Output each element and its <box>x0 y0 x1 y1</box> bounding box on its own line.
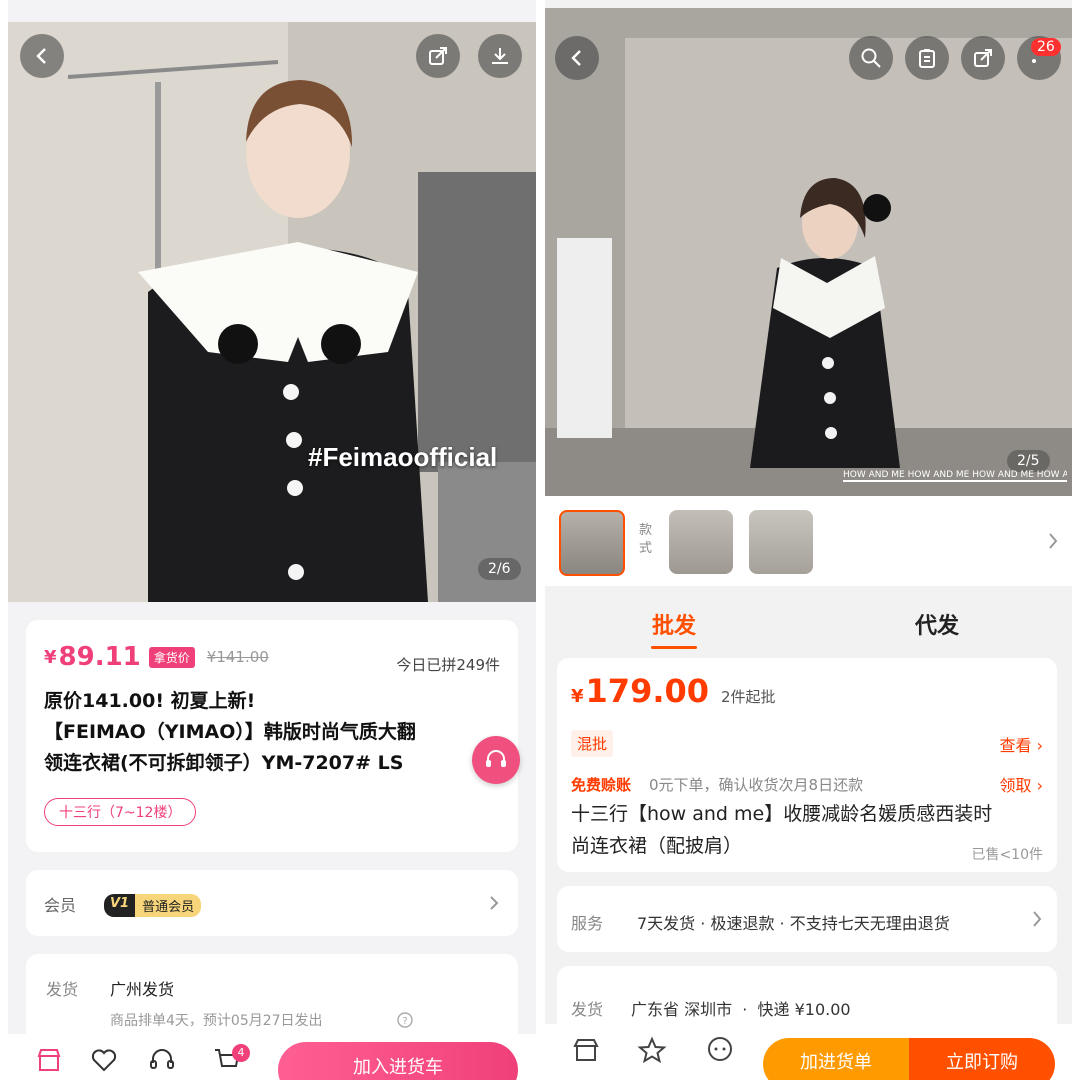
shipping-label: 发货 <box>46 980 79 999</box>
member-label: 会员 <box>44 896 77 915</box>
tab-dropship-label: 代发 <box>915 614 960 639</box>
service-label: 服务 <box>571 914 604 933</box>
credit-desc: 0元下单，确认收货次月8日还款 <box>649 776 864 794</box>
member-level-name: 普通会员 <box>135 894 202 917</box>
price-tag: 拿货价 <box>148 646 195 668</box>
price-currency: ¥ <box>44 646 57 668</box>
thumbnail[interactable] <box>749 510 813 574</box>
mix-view-link[interactable]: 查看 › <box>1000 732 1044 756</box>
price-currency: ¥ <box>571 686 584 707</box>
mode-tabs: 批发 代发 <box>545 596 1072 650</box>
chevron-right-icon: › <box>1031 736 1043 755</box>
right-app-screen: 26 2/5 HOW AND ME HOW AND ME HOW AND ME … <box>545 0 1072 1080</box>
product-info-card: ¥ 89.11 拿货价 ¥141.00 今日已拼249件 原价141.00! 初… <box>26 620 518 852</box>
shipping-value: 广州发货 <box>110 980 175 999</box>
download-button[interactable] <box>478 34 522 78</box>
chevron-right-icon <box>490 896 499 910</box>
shipping-label: 发货 <box>571 1000 604 1019</box>
member-row[interactable]: 会员 V1 普通会员 <box>26 870 518 936</box>
headset-icon[interactable] <box>148 1046 176 1074</box>
bottom-action-bar: 4 加入进货车 <box>8 1034 536 1080</box>
svg-text:?: ? <box>402 1016 407 1027</box>
download-icon <box>492 48 508 64</box>
customer-service-button[interactable] <box>472 736 520 784</box>
help-icon[interactable]: ? <box>396 1011 414 1029</box>
product-photo[interactable]: 26 2/5 HOW AND ME HOW AND ME HOW AND ME … <box>545 8 1072 496</box>
tab-wholesale-label: 批发 <box>651 614 696 639</box>
member-badge: V1 普通会员 <box>104 894 202 917</box>
share-icon <box>429 47 447 65</box>
store-icon[interactable] <box>571 1036 601 1064</box>
share-button[interactable] <box>416 34 460 78</box>
add-to-list-button[interactable]: 加进货单 <box>763 1038 909 1080</box>
add-to-cart-button[interactable]: 加入进货车 <box>278 1042 518 1080</box>
headset-icon <box>486 750 506 767</box>
thumbnail[interactable] <box>669 510 733 574</box>
shipping-value: 广东省 深圳市 · 快递 ¥10.00 <box>631 1000 851 1019</box>
credit-title: 免费赊账 <box>571 776 632 794</box>
service-row[interactable]: 服务 7天发货 · 极速退款 · 不支持七天无理由退货 <box>557 886 1057 952</box>
clipboard-icon <box>919 49 935 68</box>
mix-tag: 混批 <box>571 730 614 757</box>
photo-counter: 2/6 <box>478 558 521 580</box>
thumbs-label: 款式 <box>639 523 653 556</box>
tab-dropship[interactable]: 代发 <box>915 608 959 640</box>
title-line: 原价141.00! 初夏上新! <box>44 690 256 712</box>
share-icon <box>974 49 992 67</box>
watermark-text: #Feimaoofficial <box>308 442 498 472</box>
tab-wholesale[interactable]: 批发 <box>651 608 697 649</box>
price-value: 89.11 <box>58 642 141 672</box>
chevron-left-icon <box>36 48 46 64</box>
product-photo-scene <box>545 8 1072 496</box>
buy-now-button[interactable]: 立即订购 <box>909 1038 1055 1080</box>
credit-claim-label: 领取 <box>999 776 1032 795</box>
sold-today: 今日已拼249件 <box>396 656 500 674</box>
credit-claim-link[interactable]: 领取 › <box>1000 772 1044 796</box>
chat-icon[interactable] <box>705 1036 735 1064</box>
search-icon <box>861 48 881 68</box>
message-count-badge: 26 <box>1031 38 1061 56</box>
member-level: V1 <box>104 894 136 917</box>
photo-counter: 2/5 <box>1007 450 1050 472</box>
search-button[interactable] <box>849 36 893 80</box>
share-button[interactable] <box>961 36 1005 80</box>
thumbnail-selected[interactable] <box>559 510 625 576</box>
star-icon[interactable] <box>637 1036 667 1064</box>
left-app-screen: #Feimaoofficial 2/6 ¥ 89.11 拿货价 ¥141.00 … <box>8 0 536 1080</box>
mix-view-label: 查看 <box>999 736 1032 755</box>
product-photo[interactable]: #Feimaoofficial 2/6 <box>8 22 536 602</box>
price-card: ¥ 179.00 2件起批 混批 查看 › 免费赊账 0元下单，确认收货次月8日… <box>557 658 1057 872</box>
style-thumbnails: 款式 <box>545 496 1072 586</box>
service-value: 7天发货 · 极速退款 · 不支持七天无理由退货 <box>637 914 950 933</box>
chevron-right-icon[interactable] <box>1047 532 1059 550</box>
chevron-left-icon <box>571 50 581 66</box>
chevron-right-icon: › <box>1031 776 1043 795</box>
location-chip[interactable]: 十三行（7~12楼） <box>44 798 197 826</box>
chevron-right-icon <box>1033 911 1042 927</box>
sold-count: 已售<10件 <box>971 847 1043 863</box>
back-button[interactable] <box>555 36 599 80</box>
heart-icon[interactable] <box>90 1046 118 1074</box>
shipping-note: 商品排单4天，预计05月27日发出 <box>110 1013 323 1029</box>
title-line: 【FEIMAO（YIMAO）】韩版时尚气质大翻 <box>44 721 416 743</box>
store-icon[interactable] <box>35 1046 63 1074</box>
clipboard-button[interactable] <box>905 36 949 80</box>
title-line: 领连衣裙(不可拆卸领子）YM-7207# LS <box>44 752 404 774</box>
back-button[interactable] <box>20 34 64 78</box>
cart-count-badge: 4 <box>232 1044 250 1062</box>
title-line: 十三行【how and me】收腰减龄名媛质感西装时 <box>571 803 993 825</box>
product-title: 原价141.00! 初夏上新! 【FEIMAO（YIMAO）】韩版时尚气质大翻 … <box>44 686 504 779</box>
bottom-action-bar: 加进货单 立即订购 <box>545 1024 1072 1080</box>
product-photo-scene <box>8 22 536 602</box>
original-price: ¥141.00 <box>206 648 269 666</box>
photo-strip-text: HOW AND ME HOW AND ME HOW AND ME HOW AND… <box>843 470 1067 482</box>
tab-underline <box>651 646 697 649</box>
min-order: 2件起批 <box>721 688 776 706</box>
price-value: 179.00 <box>585 672 710 710</box>
